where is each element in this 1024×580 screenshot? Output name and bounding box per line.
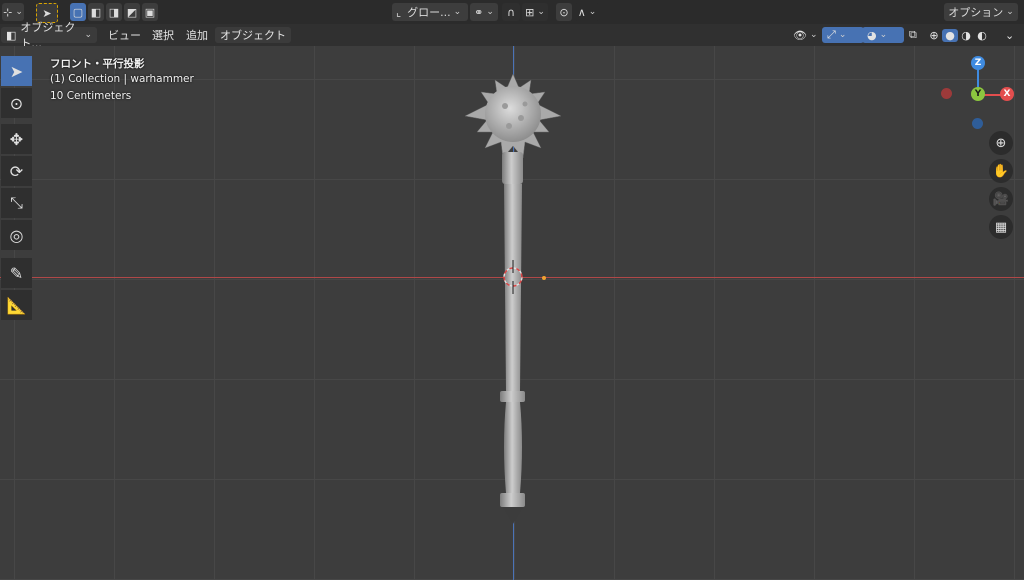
- rendered-shading-icon[interactable]: ◐: [974, 29, 990, 42]
- select-invert-icon: ◩: [126, 5, 138, 19]
- overlays-toggle[interactable]: ◕ ⌄: [862, 27, 904, 43]
- object-mode-icon: ◧: [6, 28, 17, 42]
- options-dropdown[interactable]: オプション ⌄: [944, 3, 1018, 21]
- proportional-edit-toggle[interactable]: ⊙: [556, 3, 572, 21]
- scale-icon[interactable]: ⤡: [1, 188, 32, 218]
- chevron-down-icon: ⌄: [453, 7, 462, 17]
- zoom-icon[interactable]: ⊕: [989, 131, 1013, 155]
- spiked-head: [464, 73, 562, 159]
- lower-grip: [504, 402, 522, 493]
- cursor-arrow-icon: ➤: [42, 6, 52, 20]
- pivot-point-dropdown[interactable]: ⚭ ⌄: [470, 3, 498, 21]
- pommel: [500, 493, 525, 507]
- select-invert-button[interactable]: ◩: [124, 3, 140, 21]
- xray-icon: ⧉: [909, 28, 917, 41]
- wireframe-shading-icon[interactable]: ⊕: [926, 29, 942, 42]
- hand-pan-icon[interactable]: ✋: [989, 159, 1013, 183]
- gizmo-icon: ⤢: [827, 28, 836, 41]
- viewport-header: ◧ オブジェクト... ⌄ ビュー 選択 追加 オブジェクト 👁 ⌄ ⤢ ⌄ ◕ ⌄ …: [0, 21, 1024, 50]
- pommel-spike: [503, 507, 523, 524]
- transform-icon[interactable]: ◎: [1, 220, 32, 250]
- measure-icon[interactable]: 📐: [1, 290, 32, 320]
- collection-info: (1) Collection | warhammer: [50, 73, 194, 85]
- magnet-icon: ∩: [506, 5, 516, 19]
- select-box-icon[interactable]: ➤: [1, 56, 32, 86]
- rotate-icon[interactable]: ⟳: [1, 156, 32, 186]
- snap-increment-icon: ⊞: [525, 5, 535, 19]
- select-extend-icon: ◧: [90, 5, 102, 19]
- shading-dropdown[interactable]: ⌄: [1000, 27, 1019, 43]
- menu-object[interactable]: オブジェクト: [215, 27, 291, 43]
- camera-icon[interactable]: 🎥: [989, 187, 1013, 211]
- select-intersect-button[interactable]: ▣: [142, 3, 158, 21]
- shading-modes: ⊕ ● ◑ ◐: [926, 27, 996, 43]
- warhammer-model[interactable]: [0, 46, 1024, 580]
- solid-shading-icon[interactable]: ●: [942, 28, 958, 42]
- select-new-icon: ▢: [72, 5, 84, 19]
- select-extend-button[interactable]: ◧: [88, 3, 104, 21]
- falloff-curve-icon: ∧: [577, 5, 586, 19]
- top-toolbar: ⊹ ⌄ ➤ ▢ ◧ ◨ ◩ ▣ ⌞ グロー... ⌄ ⚭ ⌄ ∩ ⊞ ⌄ ⊙ ∧ ⌄ オ…: [0, 0, 1024, 25]
- mode-dropdown[interactable]: ◧ オブジェクト... ⌄: [1, 21, 97, 50]
- 3d-viewport[interactable]: フロント・平行投影 (1) Collection | warhammer 10 …: [0, 46, 1024, 580]
- grip-band: [500, 391, 525, 402]
- move-icon[interactable]: ✥: [1, 124, 32, 154]
- select-subtract-icon: ◨: [108, 5, 120, 19]
- scale-info: 10 Centimeters: [50, 90, 132, 102]
- gizmo-z-axis[interactable]: Z: [971, 56, 985, 70]
- object-origin: [542, 276, 546, 280]
- head-collar: [502, 152, 523, 184]
- transform-orientation-label: グロー...: [407, 6, 451, 19]
- snap-toggle[interactable]: ∩: [502, 3, 520, 21]
- chevron-down-icon: ⌄: [1006, 7, 1014, 17]
- cursor-icon[interactable]: ⊙: [1, 88, 32, 118]
- menu-view[interactable]: ビュー: [103, 27, 146, 43]
- view-name: フロント・平行投影: [50, 58, 145, 70]
- pivot-icon: ⚭: [474, 5, 484, 19]
- transform-orientation-dropdown[interactable]: ⌞ グロー... ⌄: [392, 3, 468, 21]
- material-shading-icon[interactable]: ◑: [958, 29, 974, 42]
- gizmo-x-axis[interactable]: X: [1000, 87, 1014, 101]
- navigation-gizmo[interactable]: Z Y X: [940, 56, 1020, 136]
- gizmo-neg-z[interactable]: [972, 118, 983, 129]
- eye-icon: 👁: [793, 28, 807, 42]
- select-intersect-icon: ▣: [144, 5, 156, 19]
- proportional-edit-icon: ⊙: [559, 5, 569, 19]
- snap-target-dropdown[interactable]: ⊞ ⌄: [522, 3, 548, 21]
- gizmo-neg-x[interactable]: [941, 88, 952, 99]
- visibility-dropdown[interactable]: 👁 ⌄: [788, 27, 823, 43]
- annotate-icon[interactable]: ✎: [1, 258, 32, 288]
- options-label: オプション: [948, 6, 1004, 19]
- gizmo-y-axis[interactable]: Y: [971, 87, 985, 101]
- falloff-dropdown[interactable]: ∧ ⌄: [574, 3, 600, 21]
- chevron-down-icon: ⌄: [84, 30, 92, 40]
- editor-type-icon: ⊹: [3, 5, 13, 19]
- gizmo-toggle[interactable]: ⤢ ⌄: [822, 27, 864, 43]
- select-subtract-button[interactable]: ◨: [106, 3, 122, 21]
- overlays-icon: ◕: [867, 28, 877, 42]
- orientation-icon: ⌞: [396, 5, 402, 19]
- xray-toggle[interactable]: ⧉: [904, 27, 922, 43]
- menu-add[interactable]: 追加: [181, 27, 213, 43]
- chevron-down-icon: ⌄: [1005, 28, 1015, 42]
- menu-select[interactable]: 選択: [147, 27, 179, 43]
- grid-view-icon[interactable]: ▦: [989, 215, 1013, 239]
